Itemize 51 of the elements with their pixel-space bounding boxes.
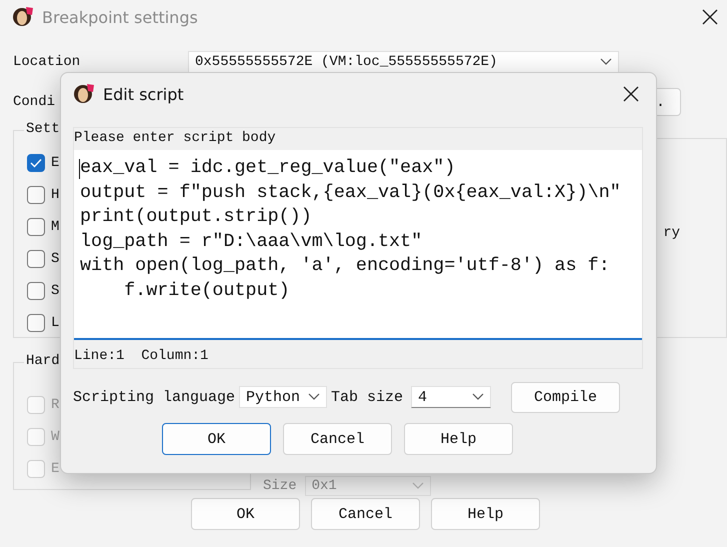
checkbox-label: E [51, 155, 60, 171]
window-title: Breakpoint settings [42, 8, 199, 26]
checkbox[interactable] [27, 250, 45, 268]
language-combo[interactable]: Python [239, 386, 328, 408]
checkbox-label: L [51, 315, 60, 331]
checkbox[interactable] [27, 282, 45, 300]
code-line: output = f"push stack,{eax_val}(0x{eax_val:X})\n" [80, 180, 622, 205]
size-label: Size [263, 478, 297, 494]
cursor-status: Line:1 Column:1 [74, 347, 210, 366]
chevron-down-icon [472, 393, 484, 401]
checkbox[interactable] [27, 154, 45, 172]
chevron-down-icon [308, 393, 320, 401]
code-line: with open(log_path, 'a', encoding='utf-8') as f: [80, 254, 611, 278]
language-label: Scripting language [73, 388, 236, 406]
location-label: Location [13, 54, 82, 70]
checkbox[interactable] [27, 314, 45, 332]
dialog-title: Edit script [103, 84, 185, 104]
dialog-button[interactable]: OK [162, 423, 271, 455]
checkbox-label: E [51, 461, 60, 477]
dialog-button[interactable]: Cancel [283, 423, 392, 455]
code-line: f.write(output) [123, 278, 291, 303]
code-line: print(output.strip()) [80, 205, 313, 230]
code-line: eax_val = idc.get_reg_value("eax") [80, 156, 456, 180]
dialog-button[interactable]: Help [404, 423, 513, 455]
portrait-icon [73, 82, 95, 106]
code-editor[interactable] [74, 150, 642, 340]
location-combo[interactable]: 0x55555555572E (VM:loc_55555555572E) [188, 51, 619, 73]
checkbox[interactable] [27, 186, 45, 204]
checkbox[interactable] [27, 218, 45, 236]
close-icon [623, 86, 639, 102]
checkbox-label: R [51, 397, 60, 413]
checkbox-label: H [51, 187, 60, 203]
checkbox-label: S [51, 251, 60, 267]
dialog-button[interactable]: Cancel [311, 498, 420, 530]
prompt-label: Please enter script body [74, 129, 277, 148]
option-label: ry [663, 225, 680, 241]
checkmark-icon [30, 158, 42, 168]
compile-button[interactable]: Compile [511, 382, 620, 412]
dialog-button[interactable]: Help [431, 498, 540, 530]
close-icon [702, 9, 718, 25]
checkbox-label: W [51, 429, 60, 445]
tab-size-label: Tab size [331, 388, 404, 406]
tab-size-combo[interactable]: 4 [411, 386, 492, 408]
checkbox-label: S [51, 283, 60, 299]
code-line: log_path = r"D:\aaa\vm\log.txt" [80, 230, 424, 254]
portrait-icon [12, 5, 34, 29]
chevron-down-icon [600, 58, 612, 66]
checkbox-label: M [51, 219, 60, 235]
condition-label: Condi [13, 94, 56, 110]
dialog-button[interactable]: OK [191, 498, 300, 530]
chevron-down-icon [412, 482, 424, 490]
